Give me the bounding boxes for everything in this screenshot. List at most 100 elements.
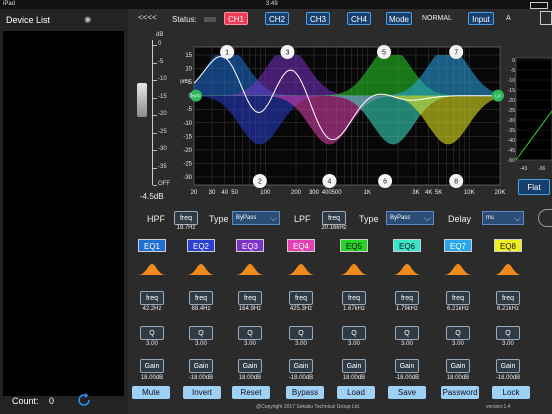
eq-gain-value-4: -18.00dB [288,375,314,381]
invert-button[interactable]: Invert [183,386,221,399]
eq-freq-button-5[interactable]: freq [342,291,366,305]
hpf-type-select[interactable]: ByPass ⌵ [232,211,280,225]
eq-q-button-4[interactable]: Q [289,326,313,340]
loading-spinner-icon: ✺ [84,15,92,25]
eq-q-button-1[interactable]: Q [140,326,164,340]
fader-tick-label: -15 [158,93,167,100]
eq-gain-button-3[interactable]: Gain [238,359,262,373]
password-button[interactable]: Password [441,386,479,399]
eq-band-button-7[interactable]: EQ7 [444,239,472,252]
eq-band-button-6[interactable]: EQ6 [393,239,421,252]
eq-freq-button-1[interactable]: freq [140,291,164,305]
eq-band-button-8[interactable]: EQ8 [494,239,522,252]
save-button[interactable]: Save [388,386,426,399]
hpf-freq-value: 19.7Hz [176,225,196,231]
channel-button-2[interactable]: CH2 [265,12,289,25]
fader-tick-label: -20 [158,111,167,117]
eq-freq-button-2[interactable]: freq [189,291,213,305]
mode-button[interactable]: Mode [386,12,412,25]
bell-filter-shape [287,264,315,275]
eq-band-handle-8[interactable]: 8 [449,174,464,188]
volume-fader-handle[interactable] [137,83,147,117]
bell-filter-icon [236,264,264,275]
eq-freq-button-7[interactable]: freq [446,291,470,305]
flat-button[interactable]: Flat [518,179,550,195]
lpf-freq-button[interactable]: freq [322,211,346,225]
eq-band-button-4[interactable]: EQ4 [287,239,315,252]
eq-q-value-8: 3.00 [502,341,514,347]
eq-band-handle-1[interactable]: 1 [220,45,235,59]
eq-response-graph[interactable]: 1 2 3 4 5 6 7 8 HPF LP 15 10 50 -5 -10 -15 -20 -25 -30 (dB… [176,37,506,205]
eq-freq-button-6[interactable]: freq [395,291,419,305]
lpf-handle[interactable]: LP [492,89,504,102]
mute-button[interactable]: Mute [132,386,170,399]
lpf-type-select[interactable]: ByPass ⌵ [386,211,434,225]
x-tick-label: 10K [464,190,475,196]
back-button[interactable]: <<<< [138,13,157,22]
fader-tick-mark [153,62,157,64]
eq-band-handle-2[interactable]: 2 [252,174,267,188]
delay-knob[interactable] [538,209,552,227]
eq-gain-button-1[interactable]: Gain [140,359,164,373]
eq-gain-button-8[interactable]: Gain [496,359,520,373]
eq-band-handle-5[interactable]: 5 [377,45,392,59]
channel-button-1[interactable]: CH1 [224,12,248,25]
x-tick-label: 20 [191,190,198,196]
delay-unit-select[interactable]: ms ⌵ [482,211,524,225]
eq-band-handle-6[interactable]: 6 [378,174,393,188]
version-text: version:1.4 [486,404,511,410]
eq-q-button-3[interactable]: Q [238,326,262,340]
x-tick-label: 5K [435,190,442,196]
eq-gain-button-4[interactable]: Gain [289,359,313,373]
x-tick-label: 200 [291,190,302,196]
channel-button-4[interactable]: CH4 [347,12,371,25]
input-button[interactable]: Input [468,12,494,25]
bell-filter-shape [138,264,166,275]
side-graph-tick-label: -30 [508,118,515,124]
bypass-button[interactable]: Bypass [286,386,324,399]
settings-button[interactable] [540,11,552,25]
eq-band-handle-7[interactable]: 7 [449,45,464,59]
lock-button[interactable]: Lock [492,386,530,399]
eq-band-button-3[interactable]: EQ3 [236,239,264,252]
eq-freq-button-4[interactable]: freq [289,291,313,305]
eq-gain-button-6[interactable]: Gain [395,359,419,373]
eq-band-handle-number: 8 [454,179,458,186]
eq-gain-button-2[interactable]: Gain [189,359,213,373]
eq-q-button-8[interactable]: Q [496,326,520,340]
eq-gain-button-5[interactable]: Gain [342,359,366,373]
hpf-type-value: ByPass [236,215,257,221]
eq-freq-button-3[interactable]: freq [238,291,262,305]
channel-button-3[interactable]: CH3 [306,12,330,25]
eq-band-button-1[interactable]: EQ1 [138,239,166,252]
eq-gain-button-7[interactable]: Gain [446,359,470,373]
system-status-bar: iPad 3:49 [0,0,552,9]
eq-band-handle-number: 3 [285,50,289,57]
hpf-freq-button[interactable]: freq [174,211,198,225]
load-button[interactable]: Load [337,386,375,399]
fader-tick-mark [153,167,157,169]
eq-band-button-5[interactable]: EQ5 [340,239,368,252]
chevron-down-icon: ⌵ [270,213,277,223]
eq-q-button-7[interactable]: Q [446,326,470,340]
reset-button[interactable]: Reset [232,386,270,399]
device-list[interactable] [3,31,124,396]
x-tick-label: 50 [231,190,238,196]
eq-band-handle-number: 7 [454,50,458,57]
eq-freq-button-8[interactable]: freq [496,291,520,305]
eq-band-handle-3[interactable]: 3 [280,45,295,59]
eq-band-handle-number: 4 [327,179,331,186]
eq-band-handle-4[interactable]: 4 [322,174,337,188]
eq-q-button-6[interactable]: Q [395,326,419,340]
eq-q-button-2[interactable]: Q [189,326,213,340]
bell-filter-icon [187,264,215,275]
refresh-icon[interactable] [76,392,92,408]
status-label: Status: [172,15,197,24]
fader-tick-mark [153,97,157,99]
eq-q-button-5[interactable]: Q [342,326,366,340]
fader-tick-mark [153,115,157,116]
eq-gain-value-2: -18.00dB [188,375,214,381]
fader-tick-label: -30 [158,146,167,152]
eq-band-button-2[interactable]: EQ2 [187,239,215,252]
eq-gain-value-6: -18.00dB [394,375,420,381]
